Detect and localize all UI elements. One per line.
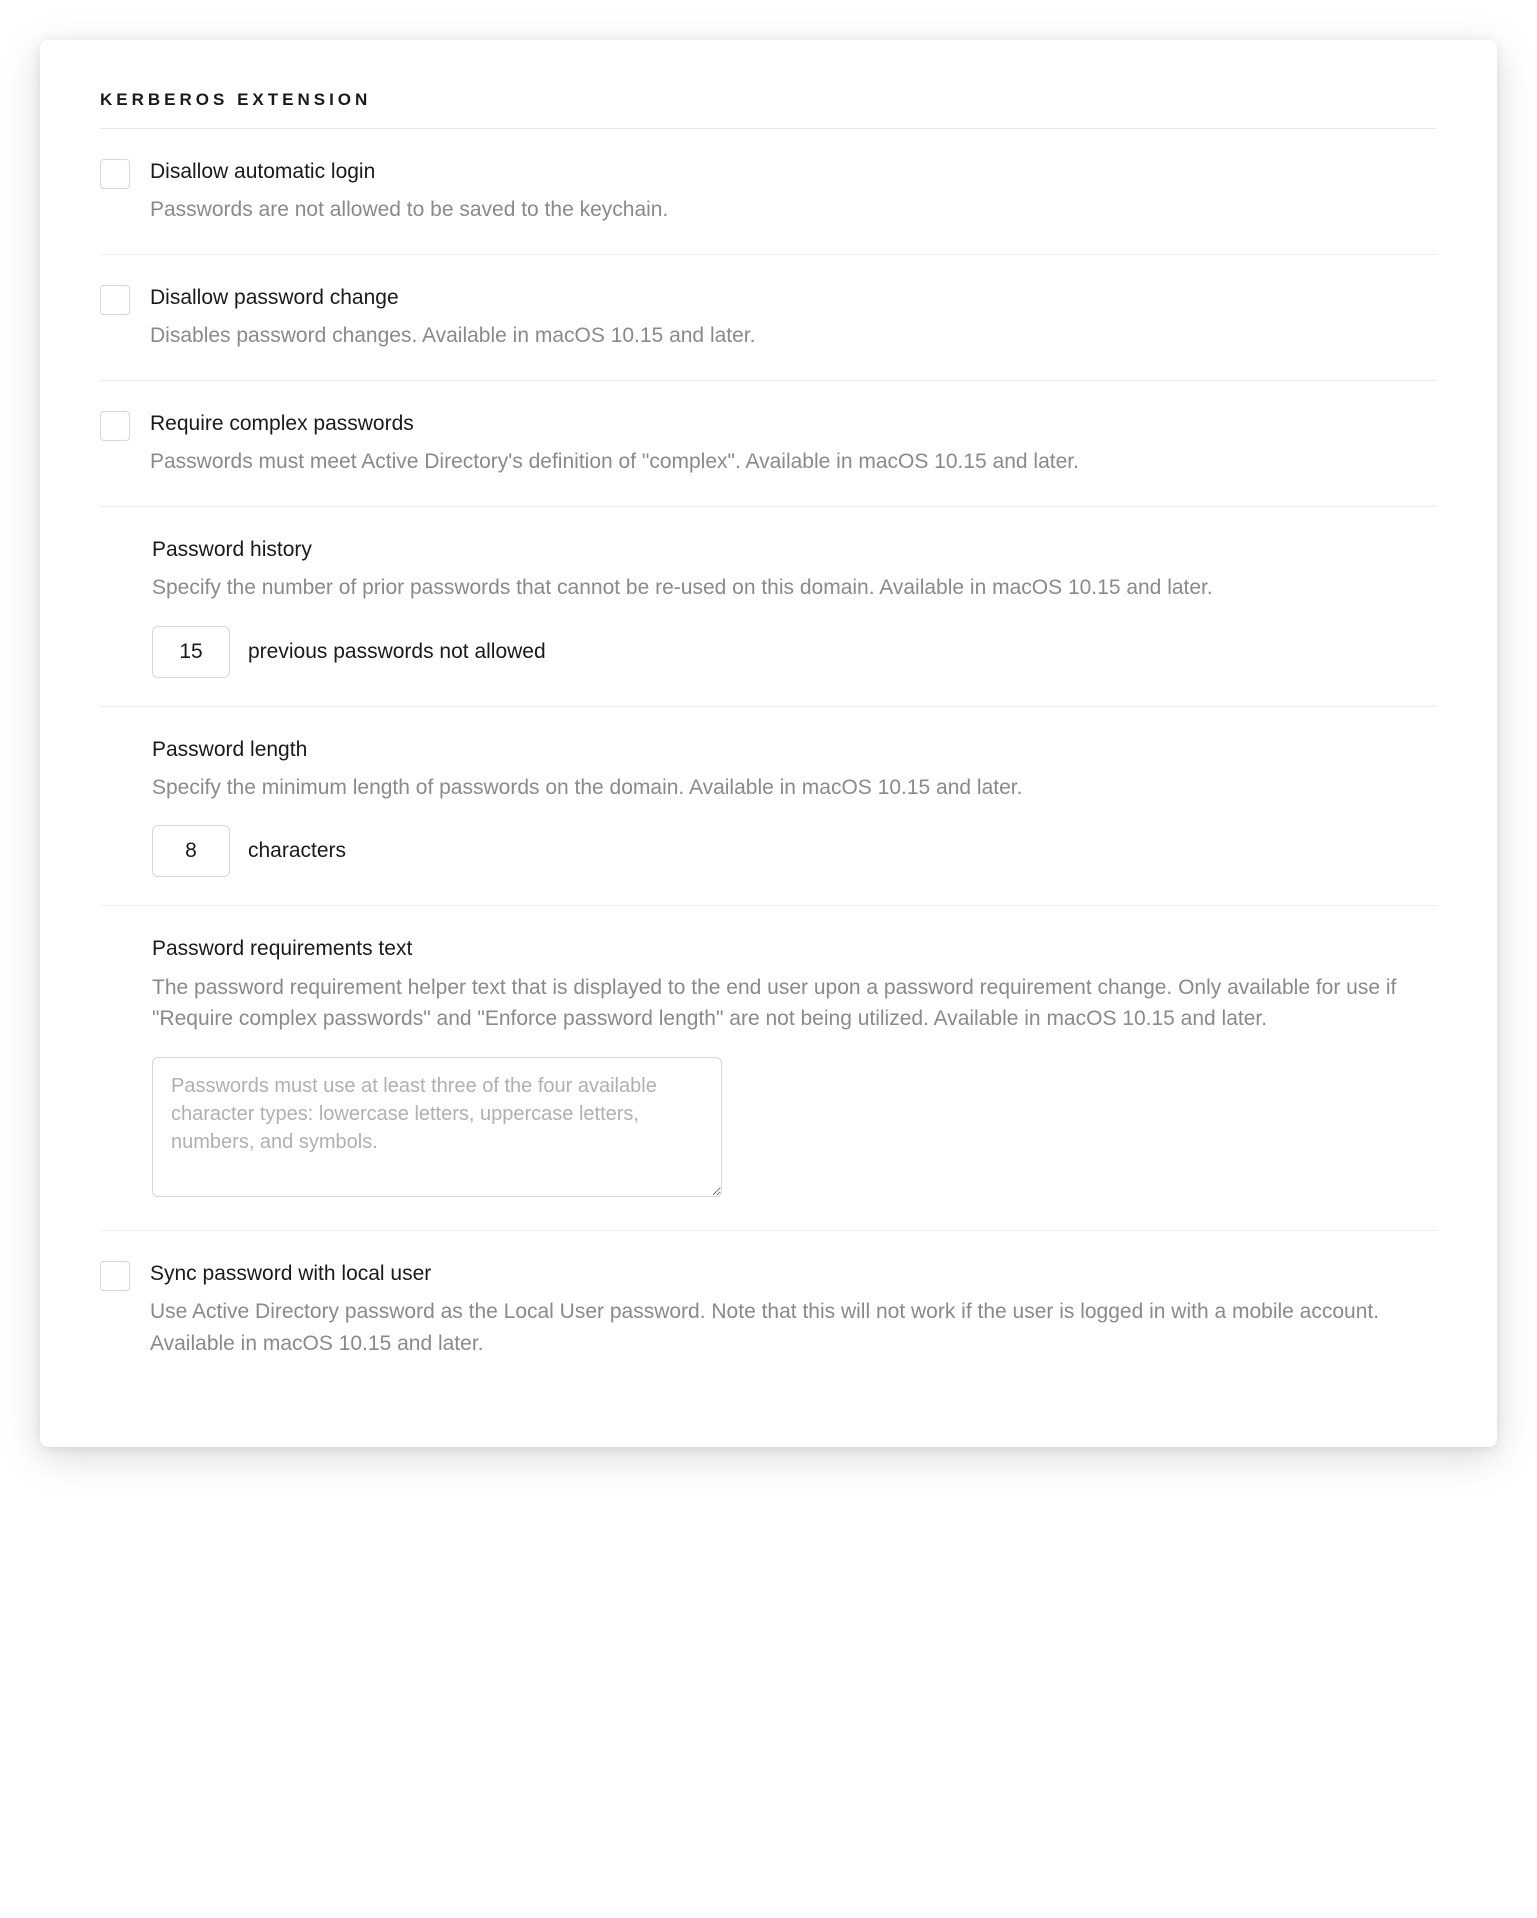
setting-sync-password: Sync password with local user Use Active… [100,1231,1437,1387]
setting-password-history: Password history Specify the number of p… [100,507,1437,707]
setting-title: Disallow password change [150,283,1437,312]
input-row: previous passwords not allowed [152,626,1437,678]
setting-content: Sync password with local user Use Active… [150,1259,1437,1359]
setting-password-requirements-text: Password requirements text The password … [100,906,1437,1230]
require-complex-checkbox[interactable] [100,411,130,441]
setting-title: Password history [152,535,1437,564]
setting-content: Disallow automatic login Passwords are n… [150,157,1437,226]
sync-password-checkbox[interactable] [100,1261,130,1291]
setting-password-length: Password length Specify the minimum leng… [100,707,1437,907]
setting-desc: Disables password changes. Available in … [150,320,1437,352]
setting-content: Disallow password change Disables passwo… [150,283,1437,352]
setting-content: Password length Specify the minimum leng… [152,735,1437,878]
input-suffix: previous passwords not allowed [248,640,546,664]
setting-disallow-auto-login: Disallow automatic login Passwords are n… [100,129,1437,255]
setting-disallow-password-change: Disallow password change Disables passwo… [100,255,1437,381]
setting-content: Require complex passwords Passwords must… [150,409,1437,478]
setting-title: Sync password with local user [150,1259,1437,1288]
input-suffix: characters [248,839,346,863]
password-history-input[interactable] [152,626,230,678]
setting-title: Disallow automatic login [150,157,1437,186]
password-length-input[interactable] [152,825,230,877]
setting-title: Password length [152,735,1437,764]
disallow-password-change-checkbox[interactable] [100,285,130,315]
input-row: characters [152,825,1437,877]
setting-title: Require complex passwords [150,409,1437,438]
kerberos-extension-panel: Kerberos Extension Disallow automatic lo… [40,40,1497,1447]
setting-desc: Use Active Directory password as the Loc… [150,1296,1437,1359]
setting-password_length-desc: Specify the minimum length of passwords … [152,772,1437,804]
setting-desc: Passwords are not allowed to be saved to… [150,194,1437,226]
section-header: Kerberos Extension [100,90,1437,129]
setting-desc: The password requirement helper text tha… [152,972,1437,1035]
password-requirements-textarea[interactable] [152,1057,722,1197]
setting-desc: Specify the number of prior passwords th… [152,572,1437,604]
setting-require-complex: Require complex passwords Passwords must… [100,381,1437,507]
setting-content: Password history Specify the number of p… [152,535,1437,678]
setting-title: Password requirements text [152,934,1437,963]
setting-desc: Passwords must meet Active Directory's d… [150,446,1437,478]
disallow-auto-login-checkbox[interactable] [100,159,130,189]
setting-content: Password requirements text The password … [152,934,1437,1201]
